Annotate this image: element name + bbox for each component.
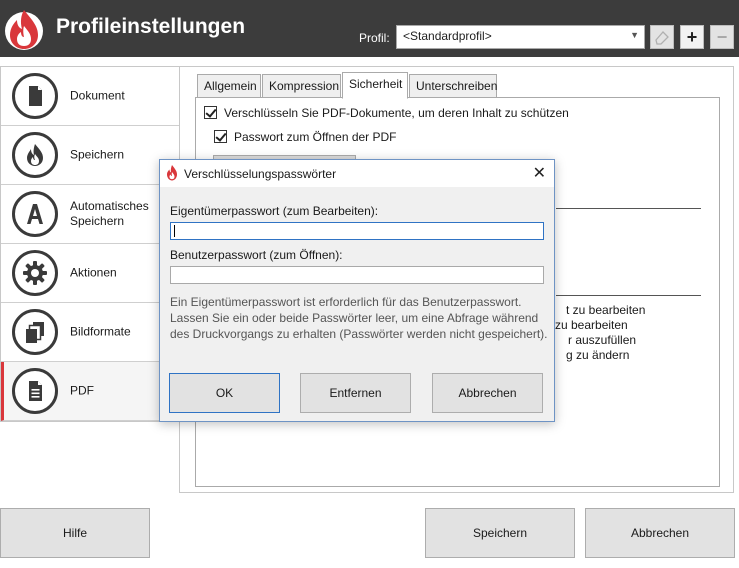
profile-label: Profil: <box>359 31 390 45</box>
separator-line <box>556 295 701 296</box>
permission-edit-text: t zu bearbeiten <box>566 303 646 317</box>
tab-sicherheit[interactable]: Sicherheit <box>342 72 408 99</box>
side-icon-wrap <box>12 73 58 119</box>
sidebar-item-label: PDF <box>70 383 94 398</box>
title-bar: Profileinstellungen Profil: <Standardpro… <box>0 0 739 57</box>
side-icon-wrap <box>12 309 58 355</box>
owner-password-label: Eigentümerpasswort (zum Bearbeiten): <box>170 204 379 218</box>
app-logo-icon <box>167 165 177 181</box>
encryption-passwords-dialog: Verschlüsselungspasswörter ✕ Eigentümerp… <box>159 159 555 422</box>
dialog-info-line: Lassen Sie ein oder beide Passwörter lee… <box>170 311 539 325</box>
owner-password-input[interactable] <box>170 222 544 240</box>
sidebar-item-speichern[interactable]: Speichern <box>1 126 179 185</box>
cancel-button[interactable]: Abbrechen <box>585 508 735 558</box>
tab-allgemein[interactable]: Allgemein <box>197 74 261 98</box>
separator-line <box>556 208 701 209</box>
text-caret <box>174 225 175 237</box>
dialog-info-line: Ein Eigentümerpasswort ist erforderlich … <box>170 295 522 309</box>
sidebar-item-label: Aktionen <box>70 265 117 280</box>
app-title: Profileinstellungen <box>56 15 246 38</box>
encrypt-checkbox-label: Verschlüsseln Sie PDF-Dokumente, um dere… <box>224 106 569 120</box>
user-password-label: Benutzerpasswort (zum Öffnen): <box>170 248 343 262</box>
document-icon <box>29 86 42 106</box>
sidebar-item-label: Speichern <box>70 147 125 162</box>
letter-a-icon <box>27 204 43 224</box>
help-button[interactable]: Hilfe <box>0 508 150 558</box>
close-icon[interactable]: ✕ <box>533 163 546 183</box>
add-profile-button[interactable]: + <box>680 25 704 49</box>
rename-profile-button[interactable] <box>650 25 674 49</box>
open-password-checkbox[interactable] <box>214 130 227 143</box>
side-icon-wrap <box>12 191 58 237</box>
sidebar-item-label: Bildformate <box>70 324 131 339</box>
encrypt-checkbox[interactable] <box>204 106 217 119</box>
profile-select[interactable]: <Standardprofil> ▼ <box>396 25 645 49</box>
tab-unterschreiben[interactable]: Unterschreiben <box>409 74 497 98</box>
side-icon-wrap <box>12 132 58 178</box>
dialog-info-text: Ein Eigentümerpasswort ist erforderlich … <box>170 294 550 342</box>
stacked-pages-icon <box>26 322 44 343</box>
ok-button[interactable]: OK <box>169 373 280 413</box>
dialog-title: Verschlüsselungspasswörter <box>184 167 337 181</box>
flame-icon <box>27 144 43 166</box>
sidebar-item-pdf[interactable]: PDF <box>1 362 179 421</box>
remove-profile-button[interactable]: − <box>710 25 734 49</box>
side-icon-wrap <box>12 368 58 414</box>
gear-icon <box>23 261 47 285</box>
chevron-down-icon: ▼ <box>630 30 639 40</box>
tab-kompression[interactable]: Kompression <box>262 74 341 98</box>
profile-select-value: <Standardprofil> <box>403 29 492 43</box>
sidebar-item-label: Dokument <box>70 88 125 103</box>
pdf-document-icon <box>29 381 42 401</box>
side-icon-wrap <box>12 250 58 296</box>
sidebar-item-label: Automatisches Speichern <box>70 199 149 228</box>
permission-edit-comments-text: zu bearbeiten <box>555 318 628 332</box>
open-password-checkbox-label: Passwort zum Öffnen der PDF <box>234 130 397 144</box>
dialog-cancel-button[interactable]: Abbrechen <box>432 373 543 413</box>
app-logo-icon <box>5 10 43 50</box>
sidebar-item-dokument[interactable]: Dokument <box>1 67 179 126</box>
sidebar-item-bildformate[interactable]: Bildformate <box>1 303 179 362</box>
sidebar-item-automatisches-speichern[interactable]: Automatisches Speichern <box>1 185 179 244</box>
permission-change-text: g zu ändern <box>566 348 630 362</box>
save-button[interactable]: Speichern <box>425 508 575 558</box>
remove-passwords-button[interactable]: Entfernen <box>300 373 411 413</box>
sidebar: Dokument Speichern Automatisches Speiche… <box>0 66 179 422</box>
sidebar-item-aktionen[interactable]: Aktionen <box>1 244 179 303</box>
eraser-icon <box>655 31 669 45</box>
dialog-info-line: des Druckvorgangs zu erhalten (Passwörte… <box>170 327 548 341</box>
permission-fill-forms-text: r auszufüllen <box>568 333 637 347</box>
user-password-input[interactable] <box>170 266 544 284</box>
dialog-titlebar: Verschlüsselungspasswörter ✕ <box>160 160 554 187</box>
